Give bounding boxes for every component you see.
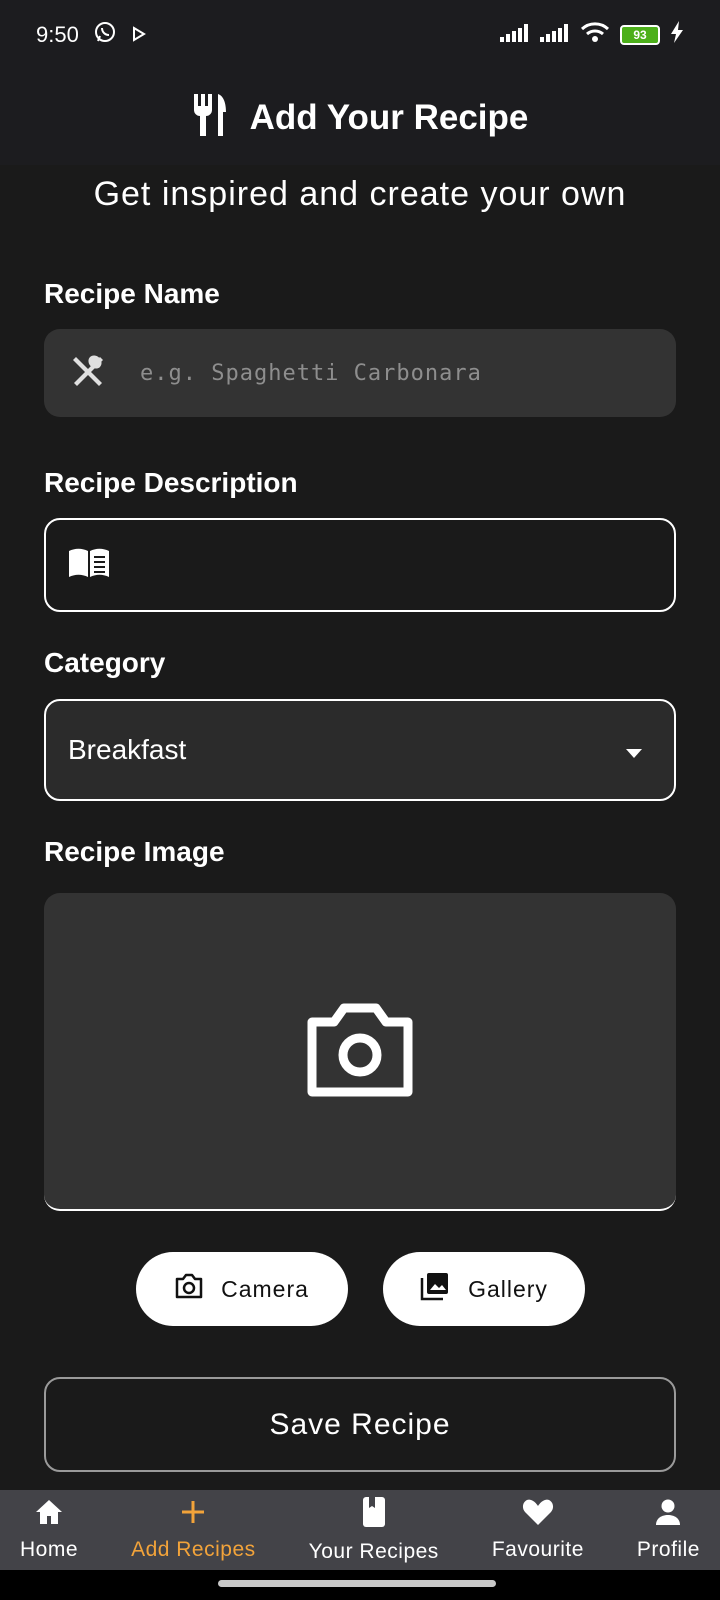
nav-item-label: Profile (636, 1538, 700, 1561)
heart-icon (522, 1498, 554, 1538)
nav-item-favourite[interactable]: Favourite (486, 1490, 590, 1570)
whatsapp-icon (93, 20, 117, 50)
status-time: 9:50 (36, 22, 79, 47)
camera-icon (175, 1273, 203, 1305)
play-icon (131, 22, 147, 48)
dropdown-arrow-icon (624, 734, 644, 766)
nav-item-label: Home (20, 1538, 79, 1561)
recipe-name-label: Recipe Name (44, 278, 220, 309)
utensils-cross-icon (70, 353, 106, 394)
charging-icon (670, 21, 684, 49)
gallery-button[interactable]: Gallery (383, 1252, 585, 1326)
gesture-handle[interactable] (218, 1580, 496, 1587)
nav-item-your-recipes[interactable]: Your Recipes (303, 1490, 445, 1570)
recipe-description-label: Recipe Description (44, 467, 298, 498)
app-bar: Add Your Recipe (0, 70, 720, 165)
plus-icon (179, 1498, 207, 1538)
nav-item-label: Add Recipes (131, 1538, 256, 1561)
save-recipe-button[interactable]: Save Recipe (44, 1377, 676, 1472)
gallery-button-label: Gallery (468, 1275, 548, 1302)
category-dropdown[interactable]: Breakfast (44, 699, 676, 801)
person-icon (654, 1498, 682, 1538)
signal-icon (500, 22, 530, 48)
battery-icon: 93 (620, 25, 660, 45)
category-label: Category (44, 647, 166, 678)
home-icon (34, 1498, 64, 1538)
recipe-image-picker[interactable] (44, 893, 676, 1211)
nav-item-home[interactable]: Home (14, 1490, 84, 1570)
page-title: Add Your Recipe (249, 97, 529, 137)
camera-button-label: Camera (221, 1275, 309, 1302)
nav-item-label: Favourite (491, 1538, 584, 1561)
signal-icon (540, 22, 570, 48)
bottom-navigation: Home Add Recipes Your Recipes Favourite … (0, 1490, 720, 1570)
recipe-description-field[interactable] (44, 518, 676, 612)
nav-item-add-recipes[interactable]: Add Recipes (125, 1490, 262, 1570)
page-subtitle: Get inspired and create your own (93, 175, 627, 213)
camera-button[interactable]: Camera (136, 1252, 348, 1326)
menu-book-icon (68, 547, 110, 584)
fork-knife-icon (192, 94, 230, 141)
recipe-name-input[interactable] (140, 360, 590, 386)
category-selected-value: Breakfast (68, 734, 187, 765)
nav-item-profile[interactable]: Profile (631, 1490, 706, 1570)
recipe-image-label: Recipe Image (44, 836, 225, 867)
recipe-name-field[interactable] (44, 329, 676, 417)
photo-library-icon (420, 1271, 450, 1307)
nav-item-label: Your Recipes (308, 1540, 439, 1563)
status-bar: 9:50 93 (0, 0, 720, 70)
book-icon (361, 1496, 387, 1540)
camera-icon (306, 1000, 414, 1103)
wifi-icon (580, 21, 610, 49)
